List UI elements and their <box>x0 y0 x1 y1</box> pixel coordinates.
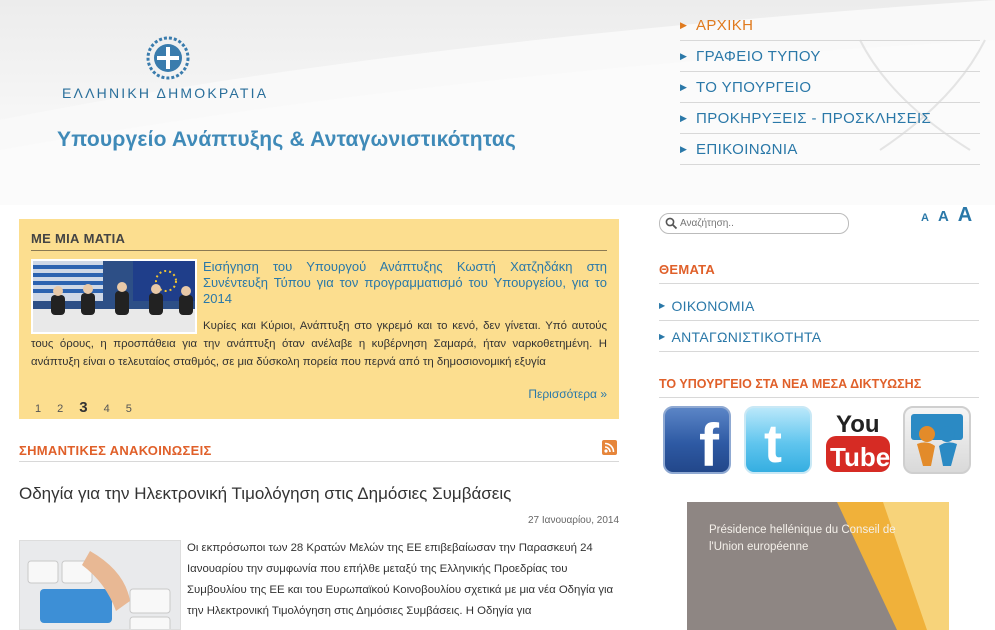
page-link-3-current[interactable]: 3 <box>79 399 87 416</box>
site-header: ΕΛΛΗΝΙΚΗ ΔΗΜΟΚΡΑΤΙΑ Υπουργείο Ανάπτυξης … <box>0 0 995 205</box>
triangle-right-icon: ▶ <box>680 19 688 30</box>
search-icon <box>665 217 678 230</box>
theme-item-competitiveness[interactable]: ▶ ΑΝΤΑΓΩΝΙΣΤΙΚΟΤΗΤΑ <box>659 322 979 352</box>
nav-label: ΓΡΑΦΕΙΟ ΤΥΠΟΥ <box>696 47 821 65</box>
nav-item-ministry[interactable]: ▶ ΤΟ ΥΠΟΥΡΓΕΙΟ <box>680 72 980 103</box>
theme-item-economy[interactable]: ▶ ΟΙΚΟΝΟΜΙΑ <box>659 291 979 321</box>
search-box <box>659 213 849 234</box>
republic-label: ΕΛΛΗΝΙΚΗ ΔΗΜΟΚΡΑΤΙΑ <box>62 85 269 101</box>
nav-label: ΠΡΟΚΗΡΥΞΕΙΣ - ΠΡΟΣΚΛΗΣΕΙΣ <box>696 109 932 127</box>
article-excerpt: Οι εκπρόσωποι των 28 Κρατών Μελών της ΕΕ… <box>187 542 614 617</box>
article-date: 27 Ιανουαρίου, 2014 <box>527 515 619 526</box>
nav-item-calls[interactable]: ▶ ΠΡΟΚΗΡΥΞΕΙΣ - ΠΡΟΣΚΛΗΣΕΙΣ <box>680 103 980 134</box>
e-invoicing-image[interactable] <box>19 540 181 630</box>
ministry-title[interactable]: Υπουργείο Ανάπτυξης & Ανταγωνιστικότητας <box>57 128 516 152</box>
triangle-right-icon: ▶ <box>659 301 666 310</box>
slideshare-icon[interactable] <box>903 406 971 474</box>
glance-title: ΜΕ ΜΙΑ ΜΑΤΙΑ <box>31 231 607 251</box>
twitter-icon[interactable]: t <box>744 406 812 474</box>
nav-item-press-office[interactable]: ▶ ΓΡΑΦΕΙΟ ΤΥΠΟΥ <box>680 41 980 72</box>
greek-presidency-banner[interactable]: Présidence hellénique du Conseil de l'Un… <box>687 502 949 630</box>
triangle-right-icon: ▶ <box>680 143 688 154</box>
at-a-glance-box: ΜΕ ΜΙΑ ΜΑΤΙΑ Εισήγηση του Υπουργού Ανάπτ… <box>19 219 619 419</box>
font-size-medium-button[interactable]: A <box>938 208 949 225</box>
triangle-right-icon: ▶ <box>659 332 666 341</box>
glance-pager: 1 2 3 4 5 <box>35 399 148 416</box>
nav-label: ΤΟ ΥΠΟΥΡΓΕΙΟ <box>696 78 812 96</box>
nav-item-home[interactable]: ▶ ΑΡΧΙΚΗ <box>680 10 980 41</box>
facebook-glyph: f <box>699 412 720 472</box>
nav-label: ΑΡΧΙΚΗ <box>696 16 754 34</box>
font-size-controls: A A A <box>912 204 972 227</box>
article-title-link[interactable]: Οδηγία για την Ηλεκτρονική Τιμολόγηση στ… <box>19 484 511 504</box>
search-input[interactable] <box>680 216 844 231</box>
page-link-4[interactable]: 4 <box>104 403 110 415</box>
youtube-glyph-bottom: Tube <box>830 442 890 472</box>
font-size-large-button[interactable]: A <box>958 204 972 227</box>
rss-icon[interactable] <box>602 440 617 455</box>
announcements-header: ΣΗΜΑΝΤΙΚΕΣ ΑΝΑΚΟΙΝΩΣΕΙΣ <box>19 440 619 462</box>
triangle-right-icon: ▶ <box>680 81 688 92</box>
themes-title: ΘΕΜΑΤΑ <box>659 262 979 284</box>
announcements-title: ΣΗΜΑΝΤΙΚΕΣ ΑΝΑΚΟΙΝΩΣΕΙΣ <box>19 443 212 458</box>
glance-headline-link[interactable]: Εισήγηση του Υπουργού Ανάπτυξης Κωστή Χα… <box>203 259 607 307</box>
presidency-text: Présidence hellénique du Conseil de l'Un… <box>709 524 896 553</box>
glance-body-wrap: Κυρίες και Κύριοι, Ανάπτυξη στο γκρεμό κ… <box>31 317 607 371</box>
social-media-title: ΤΟ ΥΠΟΥΡΓΕΙΟ ΣΤΑ ΝΕΑ ΜΕΣΑ ΔΙΚΤΥΩΣΗΣ <box>659 377 979 398</box>
top-navigation: ▶ ΑΡΧΙΚΗ ▶ ΓΡΑΦΕΙΟ ΤΥΠΟΥ ▶ ΤΟ ΥΠΟΥΡΓΕΙΟ … <box>680 10 980 165</box>
font-size-small-button[interactable]: A <box>921 212 929 224</box>
triangle-right-icon: ▶ <box>680 50 688 61</box>
triangle-right-icon: ▶ <box>680 112 688 123</box>
page-link-2[interactable]: 2 <box>57 403 63 415</box>
theme-label: ΟΙΚΟΝΟΜΙΑ <box>671 297 755 314</box>
glance-body-text: Κυρίες και Κύριοι, Ανάπτυξη στο γκρεμό κ… <box>31 320 607 368</box>
page-link-1[interactable]: 1 <box>35 403 41 415</box>
more-link[interactable]: Περισσότερα » <box>528 387 607 401</box>
youtube-icon[interactable]: You Tube <box>824 406 892 474</box>
page-link-5[interactable]: 5 <box>126 403 132 415</box>
nav-item-contact[interactable]: ▶ ΕΠΙΚΟΙΝΩΝΙΑ <box>680 134 980 165</box>
theme-label: ΑΝΤΑΓΩΝΙΣΤΙΚΟΤΗΤΑ <box>671 328 822 345</box>
facebook-icon[interactable]: f <box>663 406 731 474</box>
youtube-glyph-top: You <box>836 411 880 438</box>
greek-emblem-icon <box>146 36 190 80</box>
twitter-glyph: t <box>764 414 782 472</box>
nav-label: ΕΠΙΚΟΙΝΩΝΙΑ <box>696 140 798 158</box>
keyboard-pay-image <box>20 541 180 629</box>
